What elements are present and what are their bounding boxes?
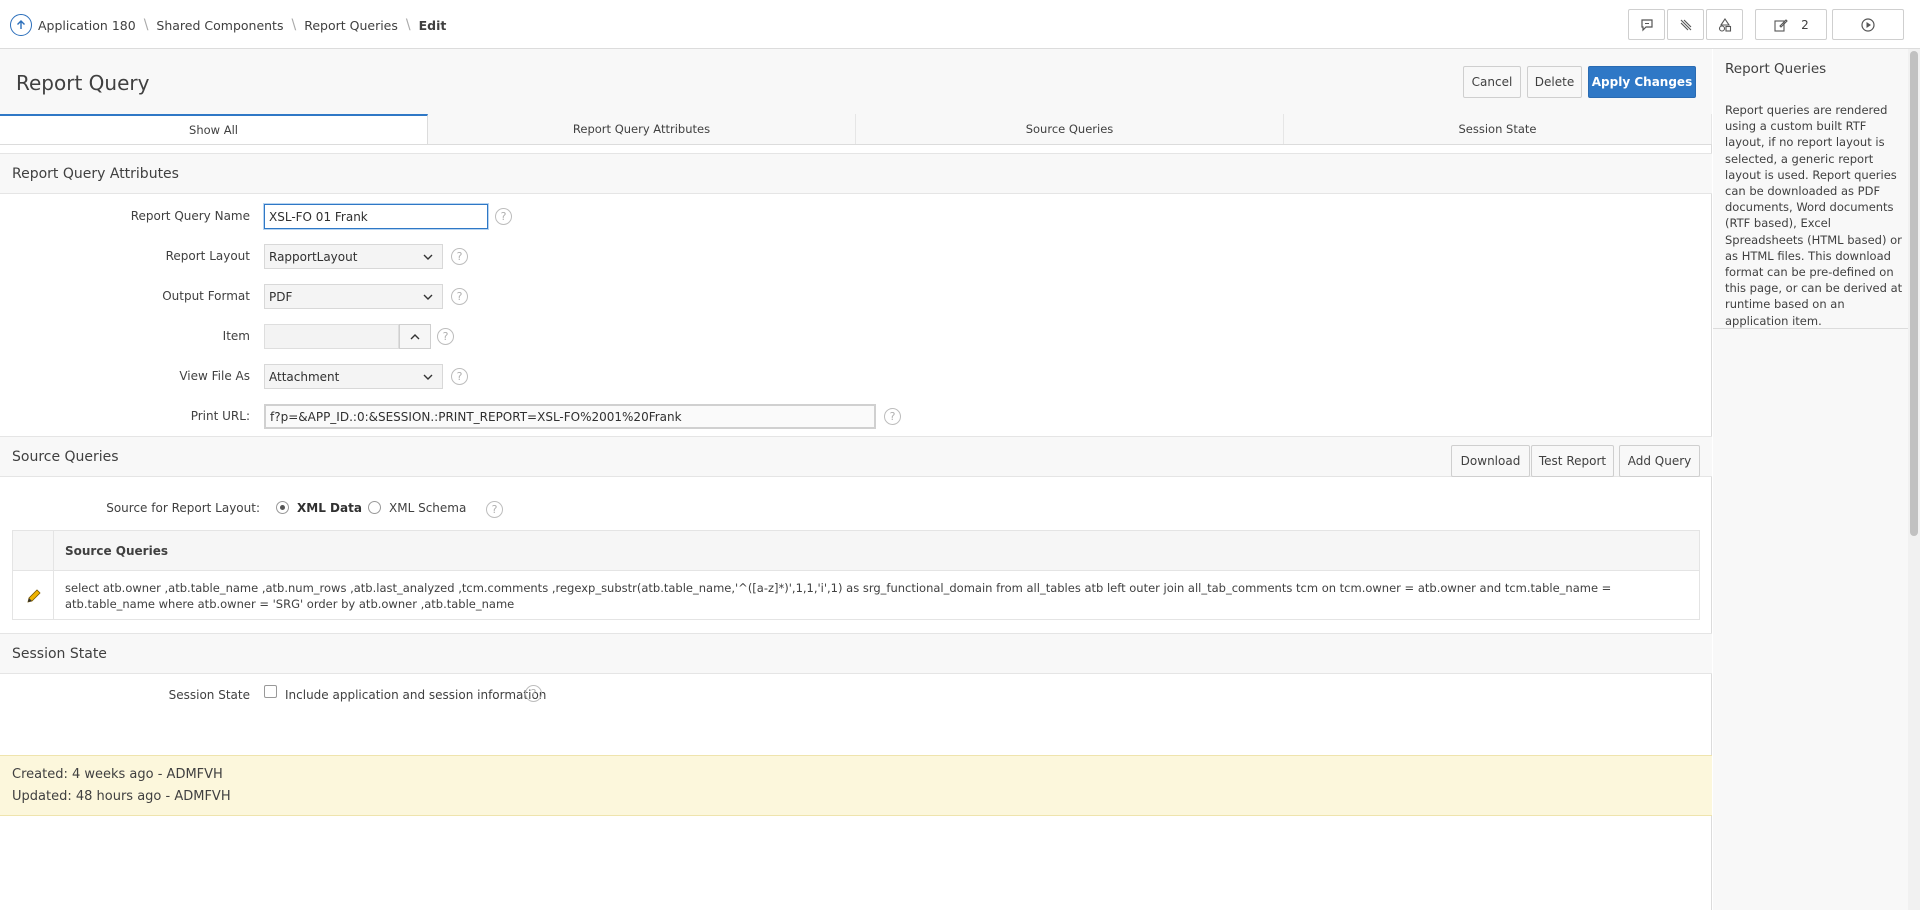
run-page-button[interactable] [1832, 9, 1904, 40]
developer-comment-count: 2 [1801, 17, 1809, 32]
print-url-field[interactable]: f?p=&APP_ID.:0:&SESSION.:PRINT_REPORT=XS… [264, 404, 876, 429]
session-state-checkbox[interactable] [264, 685, 277, 698]
chevron-down-icon [423, 374, 433, 380]
help-panel: Report Queries Report queries are render… [1713, 49, 1908, 329]
add-query-button[interactable]: Add Query [1619, 445, 1700, 477]
session-state-region-title: Session State [12, 646, 107, 662]
delete-button[interactable]: Delete [1527, 66, 1582, 98]
audit-info: Created: 4 weeks ago - ADMFVH Updated: 4… [0, 755, 1712, 816]
tab-session-state[interactable]: Session State [1284, 114, 1712, 144]
report-layout-select[interactable]: RapportLayout [264, 244, 443, 269]
session-state-label: Session State [168, 688, 250, 702]
report-query-name-label: Report Query Name [130, 209, 250, 223]
breadcrumb-separator: \ [143, 17, 149, 33]
report-header: Source Queries [13, 531, 1699, 571]
shared-components-button[interactable] [1706, 9, 1743, 40]
edit-icon [1774, 18, 1788, 32]
developer-comments-button[interactable]: 2 [1755, 9, 1827, 40]
table-row-edit-cell [13, 571, 54, 620]
chevron-down-icon [423, 294, 433, 300]
tab-show-all[interactable]: Show All [0, 114, 428, 144]
breadcrumb-report-queries[interactable]: Report Queries [304, 18, 398, 33]
page-title: Report Query [16, 71, 150, 95]
xml-data-label[interactable]: XML Data [297, 501, 362, 515]
comment-icon [1640, 18, 1653, 31]
view-file-as-select[interactable]: Attachment [264, 364, 443, 389]
source-layout-label: Source for Report Layout: [106, 501, 260, 515]
download-button[interactable]: Download [1451, 445, 1530, 477]
tab-bar: Show All Report Query Attributes Source … [0, 114, 1712, 145]
chevron-down-icon [423, 254, 433, 260]
report-layout-value: RapportLayout [269, 249, 358, 264]
breadcrumb: Application 180 \ Shared Components \ Re… [10, 13, 446, 37]
source-query-sql[interactable]: select atb.owner ,atb.table_name ,atb.nu… [65, 580, 1690, 612]
tab-source-queries[interactable]: Source Queries [856, 114, 1284, 144]
source-queries-region-header: Source Queries Download Test Report Add … [0, 436, 1712, 477]
session-state-region-header: Session State [0, 633, 1712, 674]
vertical-scrollbar[interactable] [1908, 49, 1920, 910]
edit-column-header [13, 531, 54, 570]
help-icon[interactable]: ? [451, 288, 468, 305]
breadcrumb-shared-components[interactable]: Shared Components [156, 18, 283, 33]
test-report-button[interactable]: Test Report [1531, 445, 1614, 477]
debug-button[interactable] [1667, 9, 1704, 40]
cancel-button[interactable]: Cancel [1463, 66, 1521, 98]
apply-changes-button[interactable]: Apply Changes [1588, 66, 1696, 98]
shapes-icon [1718, 17, 1731, 32]
report-query-name-input[interactable]: XSL-FO 01 Frank [264, 204, 488, 229]
audit-created: Created: 4 weeks ago - ADMFVH [12, 767, 223, 782]
help-panel-title: Report Queries [1725, 61, 1827, 77]
item-popup-button[interactable] [399, 324, 431, 349]
bug-pencil-icon [1680, 19, 1691, 30]
help-icon[interactable]: ? [437, 328, 454, 345]
view-file-as-value: Attachment [269, 369, 340, 384]
item-input[interactable] [264, 324, 399, 349]
pencil-icon[interactable] [25, 587, 43, 605]
breadcrumb-application[interactable]: Application 180 [38, 18, 136, 33]
attributes-region-title: Report Query Attributes [12, 166, 179, 182]
session-state-checkbox-label[interactable]: Include application and session informat… [285, 688, 546, 702]
tab-report-query-attributes[interactable]: Report Query Attributes [428, 114, 856, 144]
attributes-region-header: Report Query Attributes [0, 153, 1712, 194]
chevron-up-icon [410, 333, 420, 339]
print-url-label: Print URL: [190, 409, 250, 423]
breadcrumb-separator: \ [405, 17, 411, 33]
xml-data-radio[interactable] [276, 501, 289, 514]
help-sidebar: Report Queries Report queries are render… [1713, 49, 1920, 910]
xml-schema-label[interactable]: XML Schema [389, 501, 466, 515]
output-format-select[interactable]: PDF [264, 284, 443, 309]
comments-button[interactable] [1628, 9, 1665, 40]
help-icon[interactable]: ? [451, 368, 468, 385]
source-queries-report: Source Queries select atb.owner ,atb.tab… [12, 530, 1700, 620]
source-queries-region-title: Source Queries [12, 449, 119, 465]
scrollbar-thumb[interactable] [1910, 51, 1918, 536]
breadcrumb-current: Edit [418, 17, 447, 33]
audit-updated: Updated: 48 hours ago - ADMFVH [12, 789, 231, 804]
help-icon[interactable]: ? [451, 248, 468, 265]
main-content: Report Query Cancel Delete Apply Changes… [0, 49, 1712, 910]
output-format-value: PDF [269, 289, 293, 304]
help-icon[interactable]: ? [884, 408, 901, 425]
help-icon[interactable]: ? [486, 501, 503, 518]
help-icon[interactable]: ? [495, 208, 512, 225]
report-layout-label: Report Layout [165, 249, 250, 263]
item-label: Item [222, 329, 250, 343]
page-header: Report Query Cancel Delete Apply Changes [0, 49, 1712, 114]
help-panel-text: Report queries are rendered using a cust… [1725, 103, 1903, 328]
view-file-as-label: View File As [179, 369, 250, 383]
top-bar: Application 180 \ Shared Components \ Re… [0, 0, 1920, 49]
up-arrow-icon[interactable] [10, 14, 32, 36]
help-icon[interactable]: ? [525, 685, 542, 702]
play-icon [1861, 17, 1875, 32]
output-format-label: Output Format [162, 289, 250, 303]
xml-schema-radio[interactable] [368, 501, 381, 514]
report-column-source-queries: Source Queries [65, 544, 168, 558]
breadcrumb-separator: \ [291, 17, 297, 33]
